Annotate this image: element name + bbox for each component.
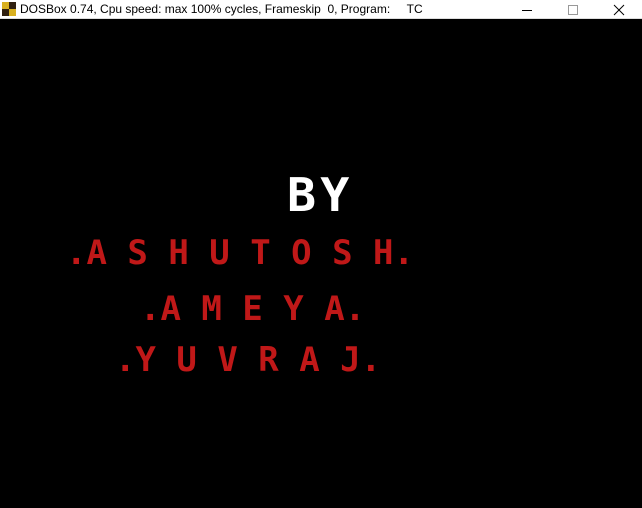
dosbox-app-icon[interactable] [2, 2, 16, 16]
name-ashutosh: .A S H U T O S H. [66, 233, 414, 273]
close-icon [613, 4, 625, 15]
maximize-icon [568, 4, 578, 15]
close-button[interactable] [596, 0, 642, 19]
window-controls [504, 0, 642, 19]
minimize-icon [522, 9, 532, 11]
dos-screen[interactable]: BY .A S H U T O S H. .A M E Y A. .Y U V … [0, 19, 642, 508]
name-yuvraj: .Y U V R A J. [115, 340, 382, 380]
by-heading: BY [287, 168, 354, 222]
title-bar[interactable]: DOSBox 0.74, Cpu speed: max 100% cycles,… [0, 0, 642, 19]
window-title: DOSBox 0.74, Cpu speed: max 100% cycles,… [20, 1, 423, 16]
dosbox-window: DOSBox 0.74, Cpu speed: max 100% cycles,… [0, 0, 642, 508]
minimize-button[interactable] [504, 0, 550, 19]
maximize-button[interactable] [550, 0, 596, 19]
name-ameya: .A M E Y A. [140, 289, 366, 329]
